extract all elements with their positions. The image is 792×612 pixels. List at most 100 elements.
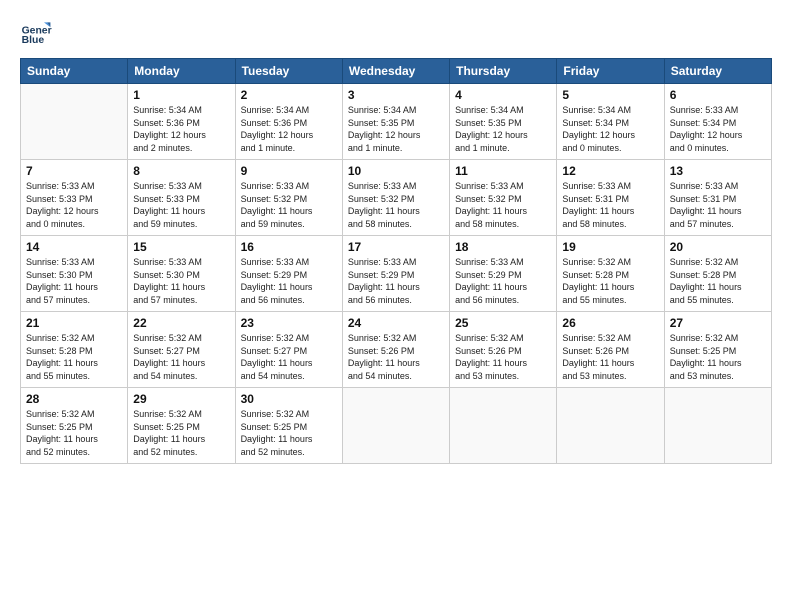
day-info: Sunrise: 5:32 AM Sunset: 5:28 PM Dayligh…	[562, 256, 658, 306]
calendar-cell	[664, 388, 771, 464]
day-number: 26	[562, 316, 658, 330]
day-number: 19	[562, 240, 658, 254]
day-number: 25	[455, 316, 551, 330]
calendar-cell: 15 Sunrise: 5:33 AM Sunset: 5:30 PM Dayli…	[128, 236, 235, 312]
day-number: 21	[26, 316, 122, 330]
day-info: Sunrise: 5:33 AM Sunset: 5:31 PM Dayligh…	[670, 180, 766, 230]
day-number: 27	[670, 316, 766, 330]
calendar-cell: 20Sunrise: 5:32 AM Sunset: 5:28 PM Dayli…	[664, 236, 771, 312]
calendar-cell: 25 Sunrise: 5:32 AM Sunset: 5:26 PM Dayli…	[450, 312, 557, 388]
day-number: 14	[26, 240, 122, 254]
day-info: Sunrise: 5:32 AM Sunset: 5:28 PM Dayligh…	[26, 332, 122, 382]
day-number: 24	[348, 316, 444, 330]
calendar-cell: 16 Sunrise: 5:33 AM Sunset: 5:29 PM Dayli…	[235, 236, 342, 312]
weekday-header-tuesday: Tuesday	[235, 59, 342, 84]
calendar-cell: 27 Sunrise: 5:32 AM Sunset: 5:25 PM Dayli…	[664, 312, 771, 388]
day-info: Sunrise: 5:34 AM Sunset: 5:34 PM Dayligh…	[562, 104, 658, 154]
day-info: Sunrise: 5:32 AM Sunset: 5:26 PM Dayligh…	[455, 332, 551, 382]
day-info: Sunrise: 5:32 AM Sunset: 5:25 PM Dayligh…	[241, 408, 337, 458]
day-info: Sunrise: 5:33 AM Sunset: 5:33 PM Dayligh…	[133, 180, 229, 230]
calendar-cell: 7 Sunrise: 5:33 AM Sunset: 5:33 PM Daylig…	[21, 160, 128, 236]
calendar-cell	[557, 388, 664, 464]
day-number: 2	[241, 88, 337, 102]
day-number: 10	[348, 164, 444, 178]
day-info: Sunrise: 5:33 AM Sunset: 5:33 PM Dayligh…	[26, 180, 122, 230]
day-info: Sunrise: 5:34 AM Sunset: 5:36 PM Dayligh…	[241, 104, 337, 154]
day-info: Sunrise: 5:32 AM Sunset: 5:25 PM Dayligh…	[133, 408, 229, 458]
day-info: Sunrise: 5:34 AM Sunset: 5:35 PM Dayligh…	[348, 104, 444, 154]
calendar-cell: 6 Sunrise: 5:33 AM Sunset: 5:34 PM Daylig…	[664, 84, 771, 160]
day-info: Sunrise: 5:32 AM Sunset: 5:28 PM Dayligh…	[670, 256, 766, 306]
calendar-cell: 23Sunrise: 5:32 AM Sunset: 5:27 PM Dayli…	[235, 312, 342, 388]
calendar-cell: 12Sunrise: 5:33 AM Sunset: 5:31 PM Dayli…	[557, 160, 664, 236]
calendar-cell: 14 Sunrise: 5:33 AM Sunset: 5:30 PM Dayli…	[21, 236, 128, 312]
day-number: 7	[26, 164, 122, 178]
day-number: 30	[241, 392, 337, 406]
day-number: 4	[455, 88, 551, 102]
calendar-cell: 18 Sunrise: 5:33 AM Sunset: 5:29 PM Dayli…	[450, 236, 557, 312]
day-number: 17	[348, 240, 444, 254]
svg-text:Blue: Blue	[22, 35, 45, 46]
calendar-cell: 9 Sunrise: 5:33 AM Sunset: 5:32 PM Daylig…	[235, 160, 342, 236]
day-number: 3	[348, 88, 444, 102]
calendar-cell: 17 Sunrise: 5:33 AM Sunset: 5:29 PM Dayli…	[342, 236, 449, 312]
day-info: Sunrise: 5:33 AM Sunset: 5:32 PM Dayligh…	[241, 180, 337, 230]
day-info: Sunrise: 5:33 AM Sunset: 5:29 PM Dayligh…	[348, 256, 444, 306]
day-info: Sunrise: 5:33 AM Sunset: 5:29 PM Dayligh…	[455, 256, 551, 306]
calendar-cell: 22 Sunrise: 5:32 AM Sunset: 5:27 PM Dayli…	[128, 312, 235, 388]
day-number: 15	[133, 240, 229, 254]
calendar-cell: 30 Sunrise: 5:32 AM Sunset: 5:25 PM Dayli…	[235, 388, 342, 464]
day-info: Sunrise: 5:32 AM Sunset: 5:27 PM Dayligh…	[241, 332, 337, 382]
calendar-cell: 28 Sunrise: 5:32 AM Sunset: 5:25 PM Dayli…	[21, 388, 128, 464]
day-number: 11	[455, 164, 551, 178]
day-info: Sunrise: 5:32 AM Sunset: 5:25 PM Dayligh…	[670, 332, 766, 382]
logo-icon: General Blue	[20, 16, 52, 48]
day-info: Sunrise: 5:33 AM Sunset: 5:32 PM Dayligh…	[455, 180, 551, 230]
calendar-cell: 19 Sunrise: 5:32 AM Sunset: 5:28 PM Dayli…	[557, 236, 664, 312]
day-number: 22	[133, 316, 229, 330]
calendar-cell	[21, 84, 128, 160]
day-info: Sunrise: 5:33 AM Sunset: 5:29 PM Dayligh…	[241, 256, 337, 306]
day-number: 5	[562, 88, 658, 102]
day-info: Sunrise: 5:32 AM Sunset: 5:26 PM Dayligh…	[348, 332, 444, 382]
day-number: 29	[133, 392, 229, 406]
calendar-cell: 26 Sunrise: 5:32 AM Sunset: 5:26 PM Dayli…	[557, 312, 664, 388]
day-info: Sunrise: 5:33 AM Sunset: 5:34 PM Dayligh…	[670, 104, 766, 154]
day-number: 12	[562, 164, 658, 178]
weekday-header-sunday: Sunday	[21, 59, 128, 84]
week-row-4: 21 Sunrise: 5:32 AM Sunset: 5:28 PM Dayli…	[21, 312, 772, 388]
calendar-cell	[450, 388, 557, 464]
day-info: Sunrise: 5:34 AM Sunset: 5:36 PM Dayligh…	[133, 104, 229, 154]
weekday-header-wednesday: Wednesday	[342, 59, 449, 84]
week-row-2: 7 Sunrise: 5:33 AM Sunset: 5:33 PM Daylig…	[21, 160, 772, 236]
weekday-header-monday: Monday	[128, 59, 235, 84]
weekday-header-saturday: Saturday	[664, 59, 771, 84]
header: General Blue	[20, 16, 772, 48]
calendar-cell: 10 Sunrise: 5:33 AM Sunset: 5:32 PM Dayli…	[342, 160, 449, 236]
calendar-cell: 5 Sunrise: 5:34 AM Sunset: 5:34 PM Daylig…	[557, 84, 664, 160]
calendar-cell: 4Sunrise: 5:34 AM Sunset: 5:35 PM Daylig…	[450, 84, 557, 160]
day-number: 9	[241, 164, 337, 178]
calendar-cell	[342, 388, 449, 464]
week-row-3: 14 Sunrise: 5:33 AM Sunset: 5:30 PM Dayli…	[21, 236, 772, 312]
calendar-cell: 29 Sunrise: 5:32 AM Sunset: 5:25 PM Dayli…	[128, 388, 235, 464]
day-number: 6	[670, 88, 766, 102]
day-info: Sunrise: 5:33 AM Sunset: 5:32 PM Dayligh…	[348, 180, 444, 230]
day-info: Sunrise: 5:33 AM Sunset: 5:30 PM Dayligh…	[26, 256, 122, 306]
calendar-cell: 11 Sunrise: 5:33 AM Sunset: 5:32 PM Dayli…	[450, 160, 557, 236]
calendar-cell: 8Sunrise: 5:33 AM Sunset: 5:33 PM Daylig…	[128, 160, 235, 236]
day-number: 18	[455, 240, 551, 254]
calendar-cell: 21 Sunrise: 5:32 AM Sunset: 5:28 PM Dayli…	[21, 312, 128, 388]
day-info: Sunrise: 5:33 AM Sunset: 5:30 PM Dayligh…	[133, 256, 229, 306]
day-number: 28	[26, 392, 122, 406]
day-info: Sunrise: 5:32 AM Sunset: 5:26 PM Dayligh…	[562, 332, 658, 382]
calendar-cell: 1 Sunrise: 5:34 AM Sunset: 5:36 PM Daylig…	[128, 84, 235, 160]
logo: General Blue	[20, 16, 56, 48]
day-number: 1	[133, 88, 229, 102]
week-row-5: 28 Sunrise: 5:32 AM Sunset: 5:25 PM Dayli…	[21, 388, 772, 464]
calendar-cell: 13Sunrise: 5:33 AM Sunset: 5:31 PM Dayli…	[664, 160, 771, 236]
week-row-1: 1 Sunrise: 5:34 AM Sunset: 5:36 PM Daylig…	[21, 84, 772, 160]
day-info: Sunrise: 5:32 AM Sunset: 5:25 PM Dayligh…	[26, 408, 122, 458]
day-info: Sunrise: 5:32 AM Sunset: 5:27 PM Dayligh…	[133, 332, 229, 382]
day-number: 16	[241, 240, 337, 254]
